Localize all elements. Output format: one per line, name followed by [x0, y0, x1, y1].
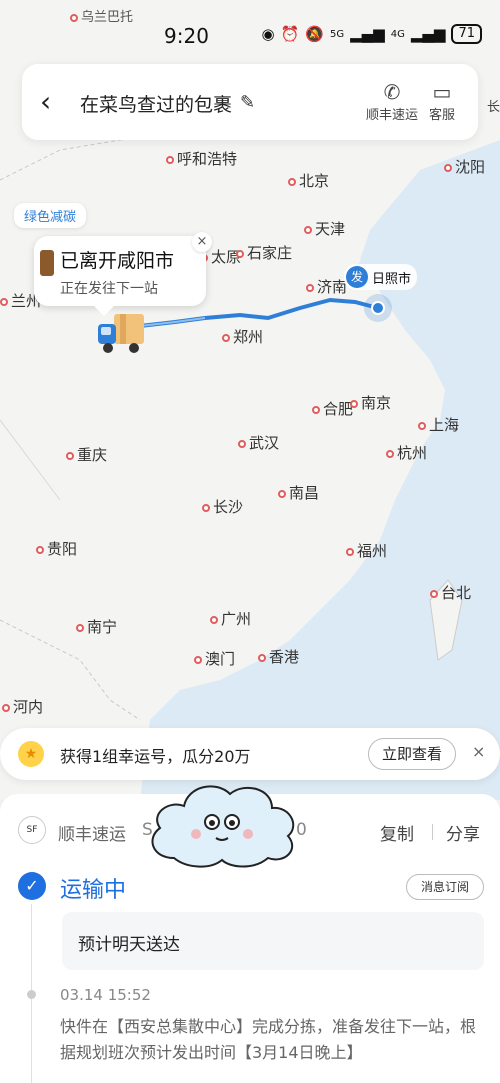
signal-5g-label: 5G — [329, 28, 345, 40]
city-dot-icon — [222, 333, 230, 342]
city-dot-icon — [194, 655, 202, 664]
city-dot-icon — [238, 439, 246, 448]
status-icons: ◉ ⏰ 🔕 5G ▂▄▆ 4G ▂▄▆ 71 — [262, 24, 482, 44]
city-dot-icon — [258, 653, 266, 662]
close-icon[interactable]: × — [472, 742, 485, 761]
city-dot-icon — [210, 615, 218, 624]
city-dot-icon — [2, 703, 10, 712]
city-label: 杭州 — [386, 442, 427, 463]
carrier-name: 顺丰速运 — [58, 825, 126, 845]
city-label: 南京 — [350, 392, 391, 413]
city-dot-icon — [0, 297, 8, 306]
city-dot-icon — [304, 225, 312, 234]
copy-button[interactable]: 复制 — [380, 820, 414, 845]
customer-service-label: 客服 — [428, 108, 455, 123]
city-dot-icon — [36, 545, 44, 554]
city-label: 贵阳 — [36, 538, 77, 559]
city-label: 长沙 — [202, 496, 243, 517]
package-icon — [40, 250, 54, 276]
eta-box: 预计明天送达 — [62, 912, 484, 970]
timeline-dot — [27, 990, 36, 999]
location-bubble[interactable]: 已离开咸阳市 正在发往下一站 × — [34, 232, 212, 316]
header-card: ‹ 在菜鸟查过的包裹 ✎ ✆ 顺丰速运 ▭ 客服 — [22, 64, 478, 140]
city-dot-icon — [236, 249, 244, 258]
city-label: 南昌 — [278, 482, 319, 503]
share-button[interactable]: 分享 — [446, 820, 480, 845]
signal-icon: ▂▄▆ — [410, 25, 446, 43]
eta-text: 预计明天送达 — [78, 935, 180, 955]
origin-marker[interactable]: 发 日照市 — [344, 264, 418, 290]
signal-icon: ▂▄▆ — [350, 25, 385, 43]
city-label: 广州 — [210, 608, 251, 629]
city-label: 天津 — [304, 218, 345, 239]
city-dot-icon — [66, 451, 74, 460]
city-dot-icon — [166, 155, 174, 164]
mute-icon: 🔕 — [305, 25, 324, 43]
chat-icon: ▭ — [432, 80, 452, 104]
city-label: 重庆 — [66, 444, 107, 465]
green-carbon-badge[interactable]: 绿色减碳 — [14, 203, 87, 228]
event-description: 快件在【西安总集散中心】完成分拣，准备发往下一站，根据规划班次预计发出时间【3月… — [60, 1017, 477, 1062]
city-dot-icon — [312, 405, 320, 414]
event-time: 03.14 15:52 — [60, 986, 151, 1004]
city-label: 福州 — [346, 540, 387, 561]
customer-service-button[interactable]: ▭ 客服 — [420, 80, 464, 123]
promo-text: 获得1组幸运号，瓜分20万 — [60, 747, 251, 766]
city-label: 石家庄 — [236, 242, 292, 263]
city-dot-icon — [444, 163, 452, 172]
bubble-title: 已离开咸阳市 — [60, 250, 175, 272]
peek-label: 长 — [486, 100, 500, 115]
status-bar: 9:20 ◉ ⏰ 🔕 5G ▂▄▆ 4G ▂▄▆ 71 — [0, 0, 500, 62]
alarm-icon: ⏰ — [280, 25, 300, 43]
back-arrow-icon[interactable]: ‹ — [40, 86, 66, 118]
city-label: 南宁 — [76, 616, 117, 637]
city-dot-icon — [278, 489, 286, 498]
city-label: 济南 — [306, 276, 347, 297]
divider — [432, 824, 433, 840]
page-title: 在菜鸟查过的包裹 — [80, 94, 233, 116]
city-dot-icon — [418, 421, 426, 430]
city-label: 武汉 — [238, 432, 279, 453]
carrier-logo-icon: SF — [18, 816, 46, 844]
subscribe-button[interactable]: 消息订阅 — [406, 874, 484, 900]
city-dot-icon — [306, 283, 314, 292]
eye-icon: ◉ — [261, 25, 275, 43]
edit-icon[interactable]: ✎ — [240, 92, 255, 113]
city-dot-icon — [386, 449, 394, 458]
city-label: 郑州 — [222, 326, 263, 347]
truck-icon — [98, 314, 144, 353]
city-label: 河内 — [2, 696, 43, 717]
city-dot-icon — [288, 177, 296, 186]
city-dot-icon — [346, 547, 354, 556]
view-now-button[interactable]: 立即查看 — [368, 738, 456, 770]
city-label: 呼和浩特 — [166, 148, 237, 169]
city-label: 上海 — [418, 414, 459, 435]
origin-badge: 发 — [346, 266, 368, 288]
city-dot-icon — [430, 589, 438, 598]
bubble-subtitle: 正在发往下一站 — [60, 281, 158, 297]
close-icon[interactable]: × — [192, 232, 212, 252]
signal-4g-label: 4G — [390, 28, 405, 40]
promo-banner[interactable]: ★ 获得1组幸运号，瓜分20万 立即查看 × — [0, 728, 500, 780]
city-label: 北京 — [288, 170, 329, 191]
battery-indicator: 71 — [451, 24, 482, 44]
check-icon: ✓ — [18, 872, 46, 900]
city-dot-icon — [202, 503, 210, 512]
city-label: 台北 — [430, 582, 471, 603]
shipment-status: 运输中 — [60, 878, 127, 903]
clock: 9:20 — [164, 24, 209, 48]
city-label: 合肥 — [312, 398, 353, 419]
city-dot-icon — [76, 623, 84, 632]
star-icon: ★ — [18, 741, 44, 767]
city-dot-icon — [350, 399, 358, 408]
city-label: 香港 — [258, 646, 299, 667]
city-label: 沈阳 — [444, 156, 485, 177]
cloud-mascot-icon[interactable] — [144, 778, 302, 872]
origin-label: 日照市 — [372, 271, 412, 287]
city-label: 澳门 — [194, 648, 235, 669]
